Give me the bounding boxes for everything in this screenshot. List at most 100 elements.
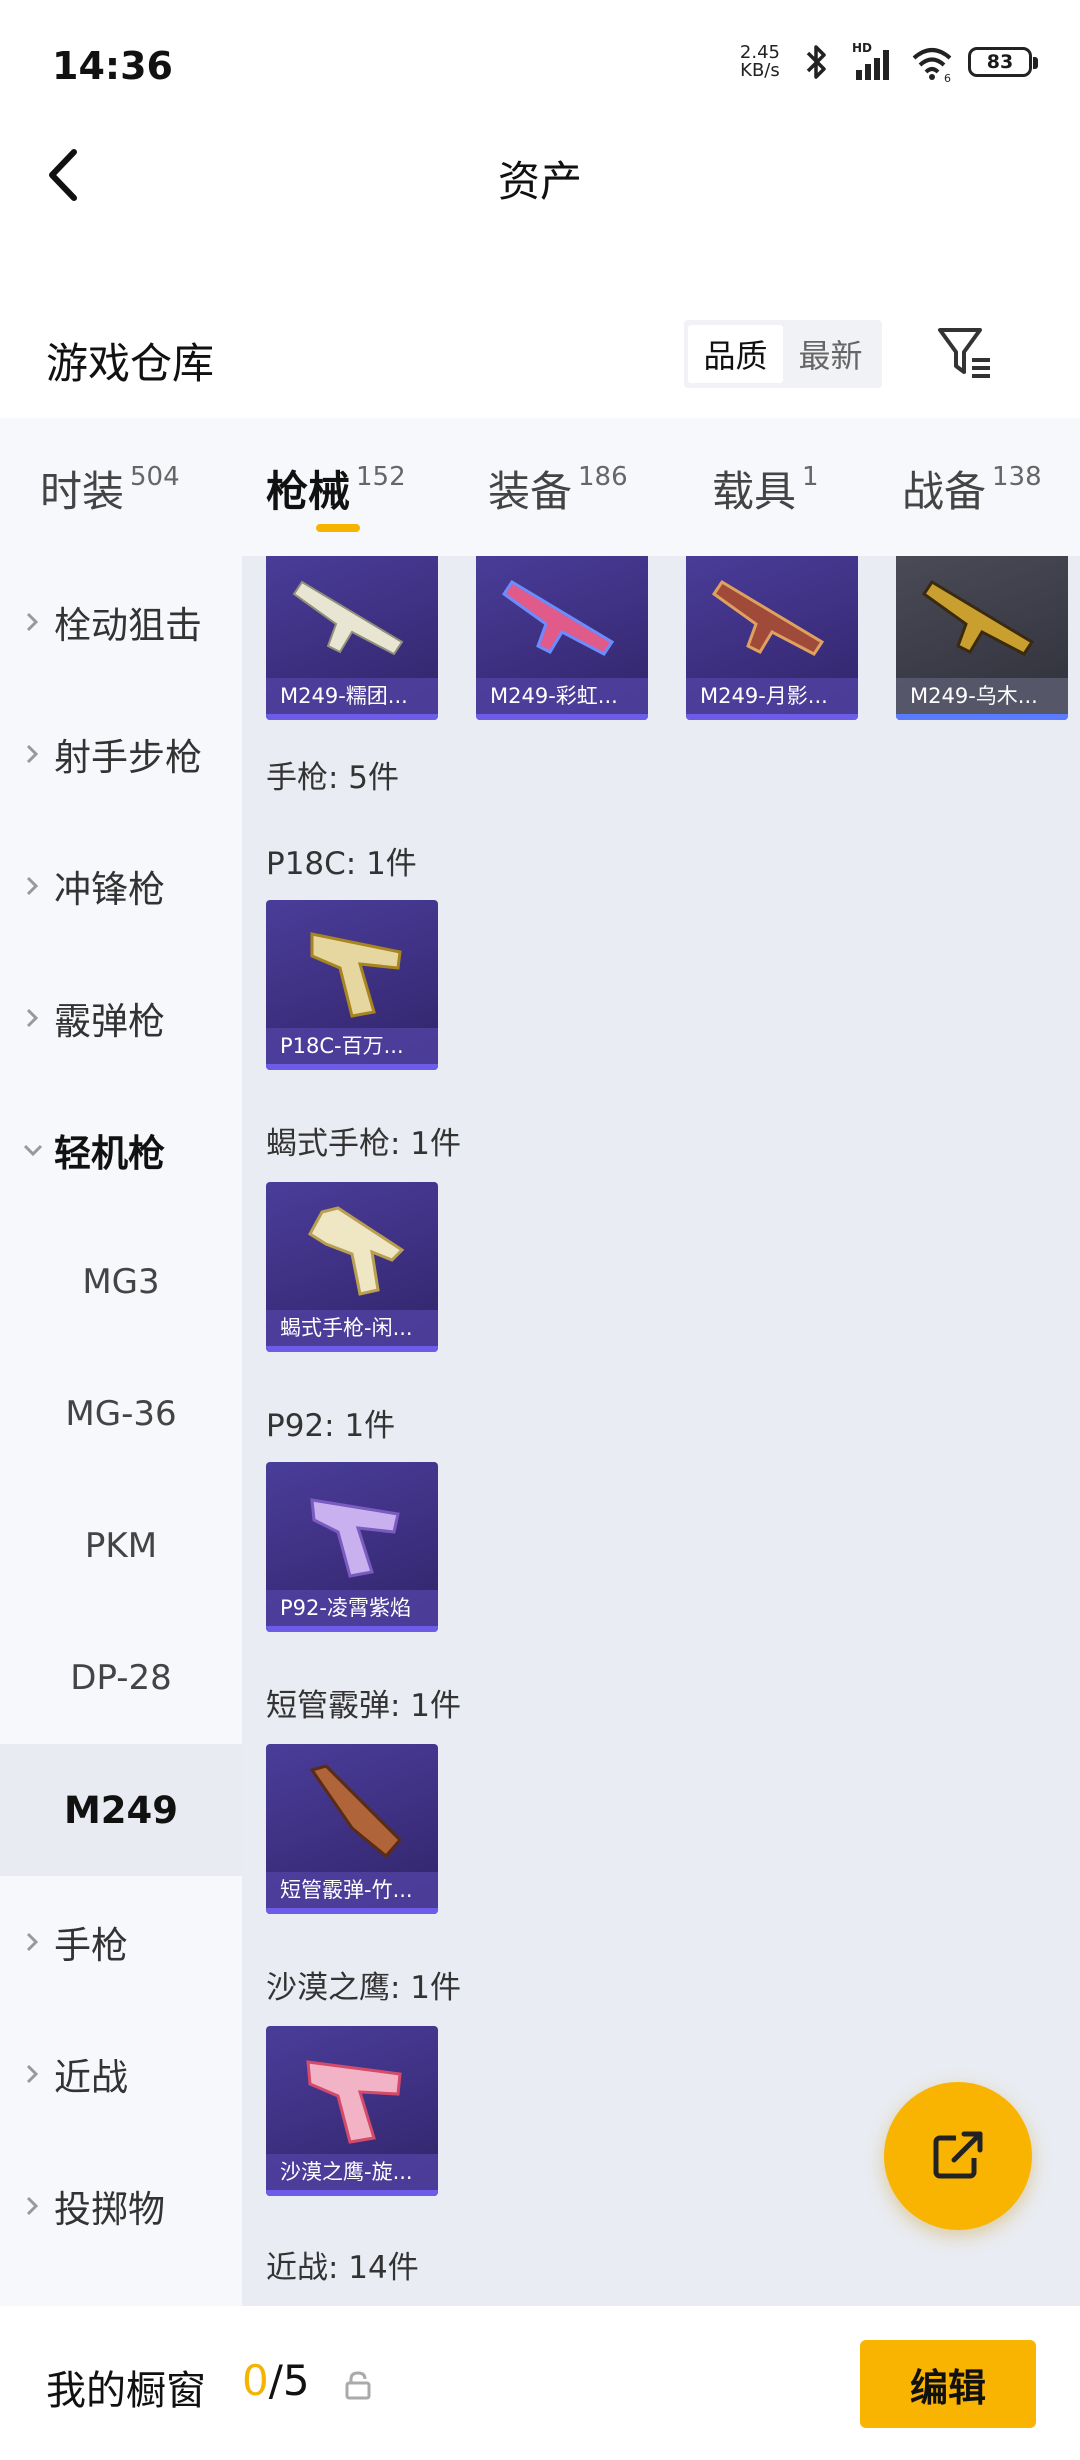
- chevron-right-icon: [26, 2196, 39, 2216]
- tab-firearms[interactable]: 枪械 152: [266, 458, 406, 519]
- sidebar-subitem-mg36[interactable]: MG-36: [0, 1348, 242, 1480]
- sidebar-subitem-m249[interactable]: M249: [0, 1744, 242, 1876]
- item-card[interactable]: 蝎式手枪-闲...: [266, 1182, 438, 1352]
- sort-option-newest[interactable]: 最新: [783, 325, 878, 383]
- signal-badge: HD: [852, 41, 872, 55]
- tab-count: 138: [992, 462, 1042, 492]
- sidebar-item-melee[interactable]: 近战: [0, 2008, 242, 2140]
- sidebar-item-label: 射手步枪: [54, 736, 202, 779]
- chevron-right-icon: [26, 2064, 39, 2084]
- lock-icon: [345, 2371, 371, 2400]
- sidebar-subitem-pkm[interactable]: PKM: [0, 1480, 242, 1612]
- status-time: 14:36: [52, 44, 173, 88]
- chevron-right-icon: [26, 1932, 39, 1952]
- tab-equipment[interactable]: 装备 186: [488, 458, 628, 519]
- edit-button[interactable]: 编辑: [860, 2340, 1036, 2428]
- sidebar-subitem-label: DP-28: [70, 1658, 172, 1698]
- pistol-skin-icon: [308, 1206, 405, 1296]
- sidebar-item-marksman-rifle[interactable]: 射手步枪: [0, 688, 242, 820]
- tab-fashion[interactable]: 时装 504: [40, 458, 180, 519]
- item-card[interactable]: P92-凌霄紫焰: [266, 1462, 438, 1632]
- sidebar-item-label: 投掷物: [54, 2188, 165, 2231]
- chevron-right-icon: [26, 876, 39, 896]
- sidebar-item-smg[interactable]: 冲锋枪: [0, 820, 242, 952]
- item-card-name: M249-彩虹...: [476, 678, 648, 714]
- group-label: 短管霰弹: 1件: [266, 1688, 462, 1724]
- sort-option-quality[interactable]: 品质: [688, 325, 783, 383]
- pistol-skin-icon: [310, 932, 402, 1018]
- tab-label: 载具: [712, 467, 797, 516]
- pistol-skin-icon: [310, 1498, 400, 1578]
- item-card[interactable]: P18C-百万...: [266, 900, 438, 1070]
- sidebar-item-bolt-action-sniper[interactable]: 栓动狙击: [0, 556, 242, 688]
- active-tab-indicator: [316, 524, 360, 532]
- item-grid: M249-糯团... M249-彩虹... M249-月影... M249-乌木…: [242, 556, 1080, 2306]
- tab-label: 枪械: [266, 467, 351, 516]
- showcase-bar: 我的橱窗 0/5 编辑: [0, 2306, 1080, 2460]
- sidebar-item-label: 冲锋枪: [54, 868, 165, 911]
- sidebar-item-label: 手枪: [54, 1924, 128, 1967]
- rarity-bar: [266, 714, 438, 720]
- group-label: P18C: 1件: [266, 846, 417, 882]
- chevron-right-icon: [26, 612, 39, 632]
- item-card-name: 沙漠之鹰-旋...: [266, 2154, 438, 2190]
- sidebar-subitem-dp28[interactable]: DP-28: [0, 1612, 242, 1744]
- status-bar: 14:36 2.45 KB/s HD 6 83: [0, 0, 1080, 130]
- sidebar-item-throwables[interactable]: 投掷物: [0, 2140, 242, 2272]
- item-card-name: P18C-百万...: [266, 1028, 438, 1064]
- machine-gun-skin-icon: [292, 580, 404, 656]
- sidebar-item-label: 轻机枪: [54, 1132, 165, 1175]
- sidebar-subitem-label: PKM: [84, 1526, 158, 1566]
- sidebar-subitem-label: MG3: [82, 1262, 160, 1302]
- rarity-bar: [266, 1064, 438, 1070]
- page-title: 资产: [497, 157, 582, 206]
- rarity-bar: [896, 714, 1068, 720]
- sidebar-item-label: 霰弹枪: [54, 1000, 165, 1043]
- bluetooth-icon: [806, 45, 826, 79]
- sidebar-item-lmg[interactable]: 轻机枪: [0, 1084, 242, 1216]
- sidebar-subitem-label: M249: [63, 1788, 179, 1832]
- item-card-name: P92-凌霄紫焰: [266, 1590, 438, 1626]
- sort-toggle: 品质 最新: [684, 320, 882, 388]
- showcase-total: /5: [268, 2356, 310, 2405]
- tab-count: 1: [802, 462, 819, 492]
- rarity-bar: [266, 1346, 438, 1352]
- sidebar-item-shotgun[interactable]: 霰弹枪: [0, 952, 242, 1084]
- share-icon: [933, 2130, 984, 2179]
- network-speed-unit: KB/s: [740, 60, 780, 81]
- tab-vehicles[interactable]: 载具 1: [712, 458, 819, 519]
- sidebar-item-label: 栓动狙击: [54, 604, 202, 647]
- network-speed: 2.45 KB/s: [740, 44, 780, 80]
- item-card[interactable]: M249-乌木...: [896, 556, 1068, 720]
- item-card[interactable]: M249-糯团...: [266, 556, 438, 720]
- showcase-label: 我的橱窗: [46, 2368, 206, 2414]
- filter-icon[interactable]: [934, 322, 994, 382]
- sidebar-item-pistol[interactable]: 手枪: [0, 1876, 242, 2008]
- item-card-name: M249-糯团...: [266, 678, 438, 714]
- machine-gun-skin-icon: [921, 579, 1035, 656]
- share-button[interactable]: [884, 2082, 1032, 2230]
- chevron-right-icon: [26, 744, 39, 764]
- sidebar-subitem-label: MG-36: [65, 1394, 177, 1434]
- item-card[interactable]: M249-月影...: [686, 556, 858, 720]
- rarity-bar: [266, 2190, 438, 2196]
- tab-combat-gear[interactable]: 战备 138: [902, 458, 1042, 519]
- item-card-name: M249-乌木...: [896, 678, 1068, 714]
- category-tabs: 时装 504 枪械 152 装备 186 载具 1 战备 138: [0, 418, 1080, 556]
- battery-indicator: 83: [968, 47, 1038, 77]
- item-card[interactable]: 沙漠之鹰-旋...: [266, 2026, 438, 2196]
- item-card[interactable]: 短管霰弹-竹...: [266, 1744, 438, 1914]
- chevron-down-icon: [23, 1144, 43, 1157]
- chevron-right-icon: [26, 1008, 39, 1028]
- machine-gun-skin-icon: [711, 579, 825, 656]
- wifi-badge: 6: [944, 72, 951, 84]
- group-label: 蝎式手枪: 1件: [266, 1126, 462, 1162]
- item-card[interactable]: M249-彩虹...: [476, 556, 648, 720]
- wifi-icon: 6: [912, 48, 952, 84]
- sidebar-subitem-mg3[interactable]: MG3: [0, 1216, 242, 1348]
- pistol-skin-icon: [306, 2060, 402, 2144]
- shotgun-skin-icon: [309, 1764, 403, 1859]
- rarity-bar: [686, 714, 858, 720]
- status-icons: 2.45 KB/s HD 6 83: [740, 40, 1038, 84]
- tab-count: 504: [130, 462, 180, 492]
